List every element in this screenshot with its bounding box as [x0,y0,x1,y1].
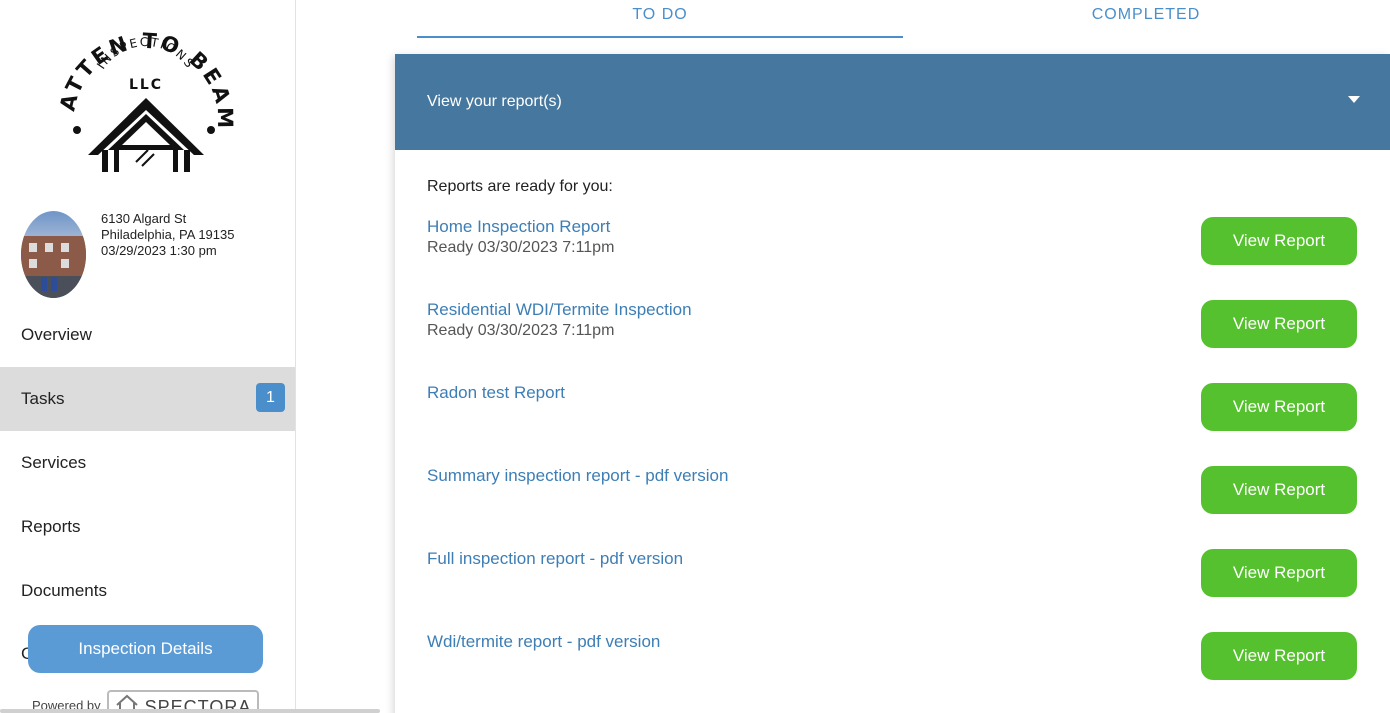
tasks-count-badge: 1 [256,383,285,412]
reports-ready-label: Reports are ready for you: [427,178,613,195]
sidebar-item-label: Reports [21,517,81,536]
property-photo [21,211,86,298]
report-link-full-pdf[interactable]: Full inspection report - pdf version [427,549,683,569]
horizontal-scrollbar[interactable] [0,709,380,713]
report-link-home-inspection[interactable]: Home Inspection Report [427,217,610,237]
sidebar: BATTEN TO BEAM INSPECTIONS LLC [0,0,296,713]
property-info: 6130 Algard St Philadelphia, PA 19135 03… [101,211,234,259]
sidebar-item-label: Documents [21,581,107,600]
report-status: Ready 03/30/2023 7:11pm [427,322,615,339]
reports-panel-header[interactable]: View your report(s) [395,54,1390,150]
svg-text:LLC: LLC [129,77,163,93]
tab-to-do[interactable]: TO DO [417,0,903,38]
sidebar-item-reports[interactable]: Reports [0,495,295,559]
view-report-button[interactable]: View Report [1201,300,1357,348]
tab-completed[interactable]: COMPLETED [903,0,1389,38]
reports-panel-title: View your report(s) [427,93,562,110]
address-line2: Philadelphia, PA 19135 [101,227,235,242]
sidebar-item-services[interactable]: Services [0,431,295,495]
company-logo[interactable]: BATTEN TO BEAM INSPECTIONS LLC [46,0,236,185]
view-report-button[interactable]: View Report [1201,383,1357,431]
address-line1: 6130 Algard St [101,211,187,226]
reports-panel: View your report(s) Reports are ready fo… [395,54,1390,713]
report-item: Wdi/termite report - pdf version View Re… [427,632,1357,680]
inspection-details-button[interactable]: Inspection Details [28,625,263,673]
sidebar-item-documents[interactable]: Documents [0,559,295,623]
view-report-button[interactable]: View Report [1201,466,1357,514]
svg-text:BATTEN TO BEAM: BATTEN TO BEAM [56,10,236,131]
view-report-button[interactable]: View Report [1201,632,1357,680]
sidebar-item-label: Services [21,453,87,472]
report-item: Home Inspection Report Ready 03/30/2023 … [427,217,1357,265]
report-status: Ready 03/30/2023 7:11pm [427,239,615,256]
inspection-datetime: 03/29/2023 1:30 pm [101,243,217,258]
sidebar-item-tasks[interactable]: Tasks 1 [0,367,295,431]
sidebar-item-label: Overview [21,325,92,344]
sidebar-item-overview[interactable]: Overview [0,303,295,367]
report-item: Summary inspection report - pdf version … [427,466,1357,514]
report-link-radon[interactable]: Radon test Report [427,383,565,403]
task-tabs: TO DO COMPLETED [417,0,1390,40]
property-summary: 6130 Algard St Philadelphia, PA 19135 03… [21,211,291,301]
report-link-summary-pdf[interactable]: Summary inspection report - pdf version [427,466,728,486]
report-item: Full inspection report - pdf version Vie… [427,549,1357,597]
sidebar-item-label: Tasks [21,389,65,408]
app: BATTEN TO BEAM INSPECTIONS LLC [0,0,1390,713]
report-link-wdi-pdf[interactable]: Wdi/termite report - pdf version [427,632,660,652]
caret-down-icon [1348,96,1360,103]
report-item: Residential WDI/Termite Inspection Ready… [427,300,1357,348]
view-report-button[interactable]: View Report [1201,217,1357,265]
view-report-button[interactable]: View Report [1201,549,1357,597]
report-link-wdi-termite[interactable]: Residential WDI/Termite Inspection [427,300,692,320]
report-item: Radon test Report View Report [427,383,1357,431]
